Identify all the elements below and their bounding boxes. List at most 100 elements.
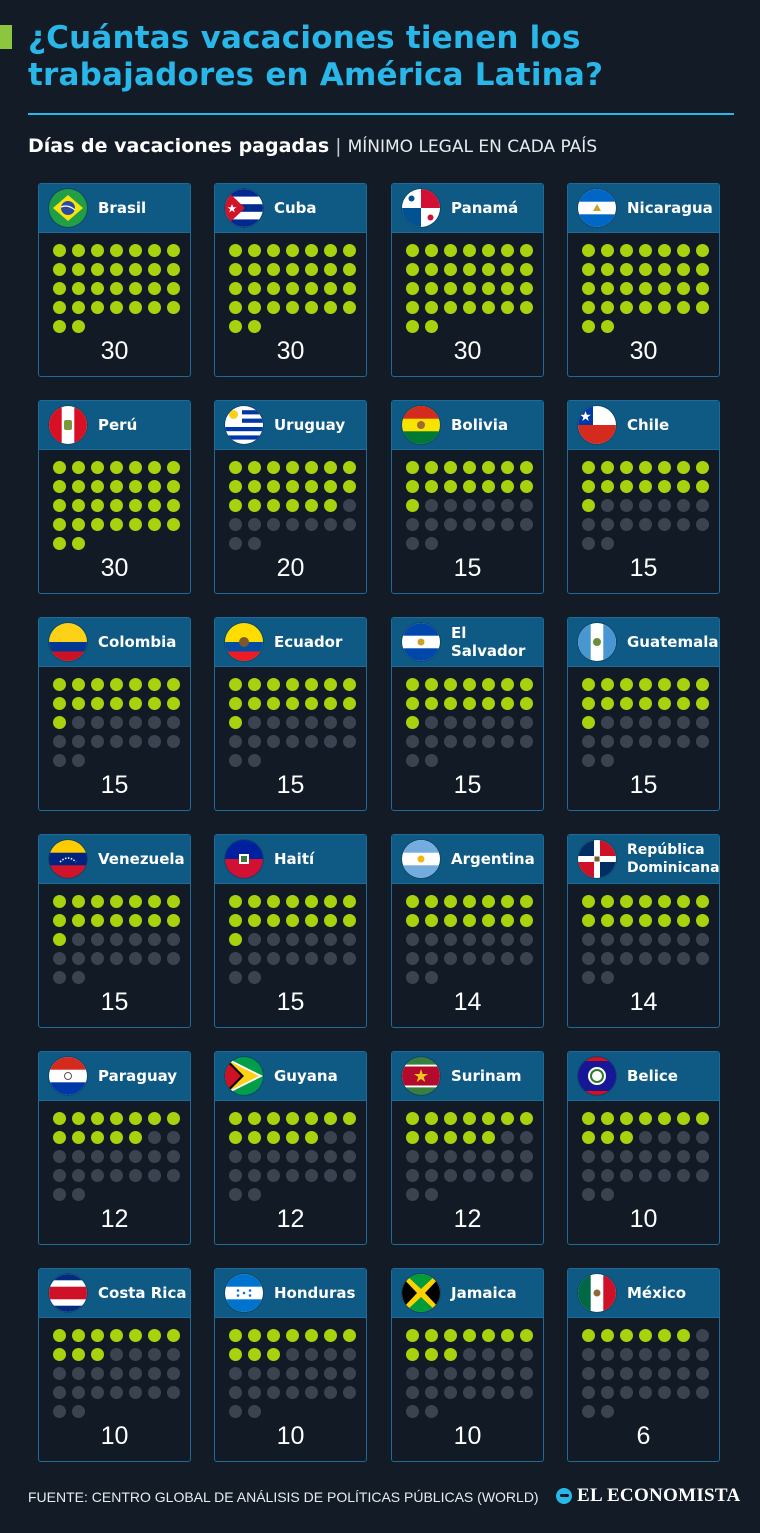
vacation-day-dot: [267, 461, 280, 474]
empty-day-dot: [425, 1405, 438, 1418]
vacation-day-dot: [406, 914, 419, 927]
empty-day-dot: [501, 1367, 514, 1380]
vacation-day-dot: [110, 678, 123, 691]
vacation-day-dot: [425, 697, 438, 710]
empty-day-dot: [248, 716, 261, 729]
empty-day-dot: [696, 735, 709, 748]
card-header: Surinam: [392, 1052, 543, 1101]
vacation-day-dot: [601, 895, 614, 908]
empty-day-dot: [343, 952, 356, 965]
vacation-day-dot: [53, 480, 66, 493]
vacation-day-dot: [148, 461, 161, 474]
empty-day-dot: [53, 971, 66, 984]
empty-day-dot: [305, 1386, 318, 1399]
country-card: El Salvador 15: [391, 617, 544, 811]
empty-day-dot: [501, 716, 514, 729]
empty-day-dot: [677, 518, 690, 531]
vacation-day-dot: [406, 263, 419, 276]
vacation-day-dot: [520, 895, 533, 908]
vacation-day-dot: [620, 697, 633, 710]
empty-day-dot: [305, 735, 318, 748]
empty-day-dot: [520, 1169, 533, 1182]
vacation-day-dot: [658, 282, 671, 295]
vacation-day-dot: [501, 263, 514, 276]
vacation-day-dot: [53, 697, 66, 710]
empty-day-dot: [167, 1348, 180, 1361]
vacation-day-dot: [696, 282, 709, 295]
vacation-day-dot: [53, 1348, 66, 1361]
haiti-flag-icon: [225, 840, 263, 878]
vacation-day-dot: [620, 461, 633, 474]
country-name: Venezuela: [98, 850, 185, 868]
empty-day-dot: [72, 754, 85, 767]
vacation-day-dot: [324, 678, 337, 691]
empty-day-dot: [444, 952, 457, 965]
country-name: Chile: [627, 416, 670, 434]
empty-day-dot: [53, 1169, 66, 1182]
empty-day-dot: [286, 716, 299, 729]
empty-day-dot: [248, 1169, 261, 1182]
empty-day-dot: [406, 933, 419, 946]
vacation-day-dot: [501, 1112, 514, 1125]
vacation-day-dot: [601, 697, 614, 710]
vacation-day-dot: [324, 895, 337, 908]
vacation-day-dot: [305, 1329, 318, 1342]
vacation-day-dot: [72, 263, 85, 276]
vacation-day-dot: [229, 461, 242, 474]
empty-day-dot: [324, 1348, 337, 1361]
el-salvador-flag-icon: [402, 623, 440, 661]
country-card: Costa Rica 10: [38, 1268, 191, 1462]
vacation-day-dot: [324, 697, 337, 710]
vacation-day-dot: [582, 1329, 595, 1342]
subtitle-main: Días de vacaciones pagadas: [28, 135, 330, 157]
empty-day-dot: [129, 933, 142, 946]
vacation-day-dot: [305, 301, 318, 314]
vacation-day-dot: [406, 320, 419, 333]
empty-day-dot: [658, 518, 671, 531]
vacation-day-dot: [248, 301, 261, 314]
vacation-day-dot: [444, 1329, 457, 1342]
empty-day-dot: [129, 1150, 142, 1163]
vacation-day-dot: [167, 461, 180, 474]
vacation-day-dot: [501, 282, 514, 295]
vacation-day-dot: [343, 914, 356, 927]
vacation-day-dot: [463, 697, 476, 710]
days-dot-grid: [53, 461, 183, 557]
empty-day-dot: [696, 499, 709, 512]
vacation-day-dot: [167, 480, 180, 493]
vacation-day-dot: [248, 697, 261, 710]
vacation-day-dot: [444, 461, 457, 474]
vacation-day-dot: [72, 1131, 85, 1144]
vacation-day-dot: [620, 282, 633, 295]
empty-day-dot: [658, 499, 671, 512]
empty-day-dot: [129, 1348, 142, 1361]
vacation-day-dot: [425, 461, 438, 474]
empty-day-dot: [677, 1150, 690, 1163]
empty-day-dot: [110, 1169, 123, 1182]
empty-day-dot: [148, 1150, 161, 1163]
vacation-day-dot: [677, 1112, 690, 1125]
empty-day-dot: [620, 952, 633, 965]
vacation-day-dot: [406, 1131, 419, 1144]
vacation-day-dot: [444, 1348, 457, 1361]
days-value: 30: [100, 554, 129, 582]
empty-day-dot: [324, 1150, 337, 1163]
country-name: Perú: [98, 416, 138, 434]
empty-day-dot: [229, 1405, 242, 1418]
empty-day-dot: [501, 952, 514, 965]
vacation-day-dot: [601, 480, 614, 493]
vacation-day-dot: [286, 697, 299, 710]
argentina-flag-icon: [402, 840, 440, 878]
vacation-day-dot: [658, 895, 671, 908]
empty-day-dot: [601, 933, 614, 946]
vacation-day-dot: [267, 1329, 280, 1342]
empty-day-dot: [267, 1367, 280, 1380]
vacation-day-dot: [696, 263, 709, 276]
vacation-day-dot: [286, 1112, 299, 1125]
country-card: Argentina 14: [391, 834, 544, 1028]
country-name: Surinam: [451, 1067, 522, 1085]
empty-day-dot: [677, 1169, 690, 1182]
vacation-day-dot: [582, 461, 595, 474]
empty-day-dot: [324, 952, 337, 965]
empty-day-dot: [343, 1348, 356, 1361]
